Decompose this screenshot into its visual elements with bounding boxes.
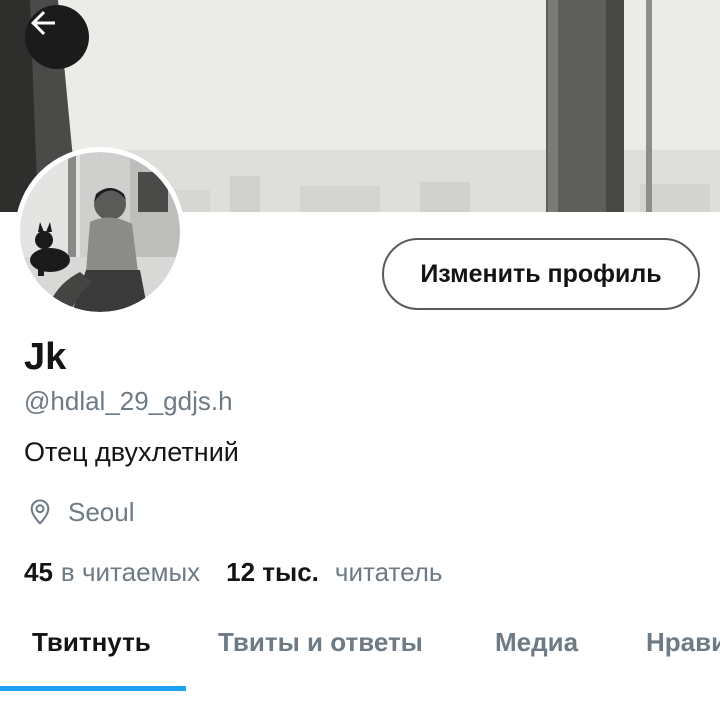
followers-label: читатель bbox=[334, 557, 443, 587]
edit-profile-button[interactable]: Изменить профиль bbox=[382, 238, 700, 310]
profile-page: Изменить профиль Jk @hdlal_29_gdjs.h Оте… bbox=[0, 0, 720, 702]
location-pin-icon bbox=[24, 496, 56, 528]
profile-tabs: Твитнуть Твиты и ответы Медиа Нрави bbox=[0, 600, 720, 702]
back-button[interactable] bbox=[25, 5, 89, 69]
tab-media[interactable]: Медиа bbox=[495, 622, 578, 662]
username-handle: @hdlal_29_gdjs.h bbox=[24, 386, 233, 416]
profile-stats: 45 в читаемых 12 тыс. читатель bbox=[24, 556, 442, 588]
arrow-left-icon bbox=[31, 11, 55, 35]
profile-location: Seoul bbox=[24, 496, 135, 528]
edit-profile-label: Изменить профиль bbox=[420, 259, 662, 288]
display-name: Jk bbox=[24, 336, 67, 378]
tab-likes[interactable]: Нрави bbox=[646, 622, 720, 662]
location-text: Seoul bbox=[68, 497, 135, 527]
followers-link[interactable]: 12 тыс. читатель bbox=[226, 556, 442, 588]
avatar-image bbox=[20, 152, 180, 312]
following-link[interactable]: 45 в читаемых bbox=[24, 556, 200, 588]
followers-count: 12 тыс. bbox=[226, 557, 319, 587]
following-count: 45 bbox=[24, 557, 53, 587]
active-tab-indicator bbox=[0, 686, 186, 691]
avatar[interactable] bbox=[20, 152, 180, 312]
tab-tweets-and-replies[interactable]: Твиты и ответы bbox=[218, 622, 423, 662]
tab-tweets[interactable]: Твитнуть bbox=[32, 622, 151, 662]
profile-bio: Отец двухлетний bbox=[24, 437, 239, 467]
following-label: в читаемых bbox=[60, 557, 201, 587]
